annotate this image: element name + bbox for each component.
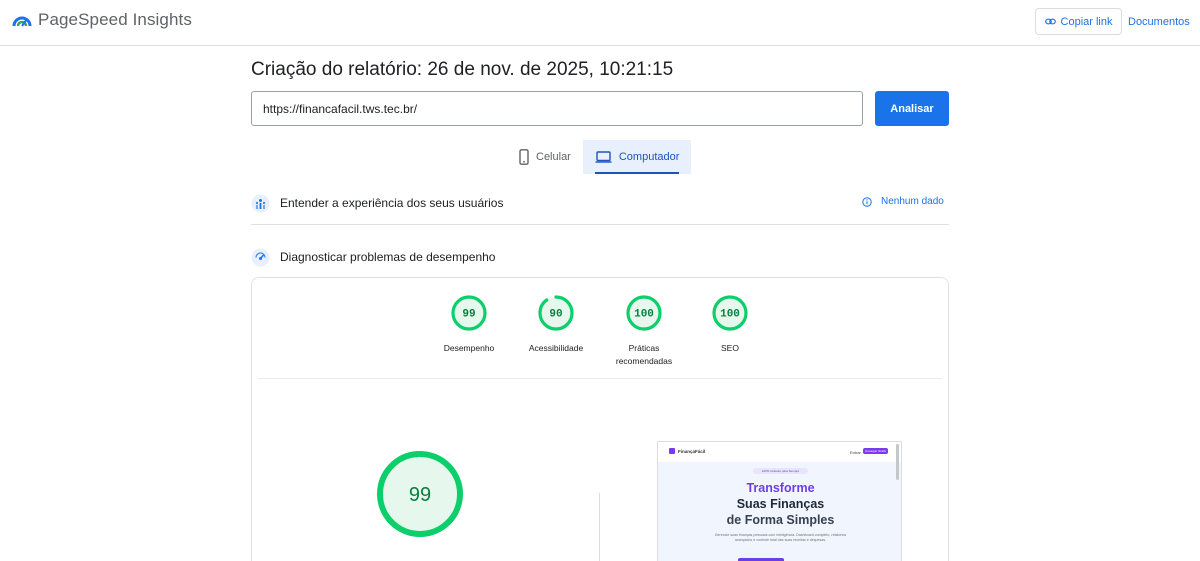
gauge-label: SEO [721,343,739,353]
screenshot-login: Entrar [850,450,861,455]
smartphone-icon [519,149,529,165]
main-score-gauge[interactable]: 99 [375,449,465,539]
screenshot-subtitle: Gerencie suas finanças pessoais com inte… [714,533,847,542]
gauge-value: 100 [720,309,740,321]
diagnostics-icon [251,248,270,266]
gauge-value: 100 [634,309,654,321]
tab-mobile[interactable]: Celular [507,140,583,174]
screenshot-pill: 100% Gratuito para Sempre [753,468,808,474]
report-title: Criação do relatório: 26 de nov. de 2025… [251,59,674,80]
tab-mobile-label: Celular [536,151,571,163]
tab-desktop-label: Computador [618,151,680,163]
screenshot-brand-name: FinançaFácil [678,448,706,454]
main-score-value: 99 [409,484,431,506]
experience-label: Entender a experiência dos seus usuários [280,196,504,210]
gauge-label: Desempenho [443,343,495,353]
screenshot-headline-2: Suas Finanças [736,497,825,511]
experience-section: Entender a experiência dos seus usuários [251,192,949,214]
score-gauge-performance[interactable]: 99 Desempenho [424,294,514,355]
url-input[interactable] [251,91,863,126]
users-experience-icon [251,194,270,212]
screenshot-nav: FinançaFácil Entrar Começar Grátis [658,442,901,462]
gauge-label: Acessibilidade [528,343,584,353]
analyze-button[interactable]: Analisar [875,91,949,126]
link-icon [1044,18,1056,25]
screenshot-cta: Começar Grátis [863,448,888,454]
device-tabs: Celular Computador [507,140,692,174]
docs-link[interactable]: Documentos [1128,16,1190,28]
gauge-label: Práticas recomendadas [615,343,673,366]
diagnostics-label: Diagnosticar problemas de desempenho [280,250,496,264]
score-gauge-seo[interactable]: 100 SEO [685,294,775,355]
logo[interactable]: PageSpeed Insights [12,10,192,30]
card-divider [258,378,942,379]
screenshot-scrollbar [896,444,899,480]
page-screenshot[interactable]: FinançaFácil Entrar Começar Grátis 100% … [657,441,902,561]
info-icon [862,196,872,207]
score-gauge-accessibility[interactable]: 90 Acessibilidade [511,294,601,355]
tab-desktop[interactable]: Computador [582,140,692,174]
no-data-status[interactable]: Nenhum dado [862,196,944,207]
no-data-label: Nenhum dado [881,196,944,207]
pagespeed-logo-icon [12,16,32,27]
app-title: PageSpeed Insights [38,10,192,29]
copy-link-label: Copiar link [1060,15,1113,28]
laptop-icon [595,151,612,163]
score-gauge-best-practices[interactable]: 100 Práticas recomendadas [598,294,690,368]
diagnostics-section: Diagnosticar problemas de desempenho [251,246,949,268]
screenshot-headline-1: Transforme [746,481,815,495]
brand-logo-icon [669,448,675,454]
gauge-value: 90 [549,309,562,321]
gauge-value: 99 [462,309,475,321]
screenshot-brand: FinançaFácil [669,448,705,454]
screenshot-headline-3: de Forma Simples [726,513,835,527]
top-bar: PageSpeed Insights Copiar link Documento… [0,0,1200,46]
copy-link-button[interactable]: Copiar link [1035,8,1122,35]
section-divider [251,224,949,225]
vertical-divider [599,493,600,561]
